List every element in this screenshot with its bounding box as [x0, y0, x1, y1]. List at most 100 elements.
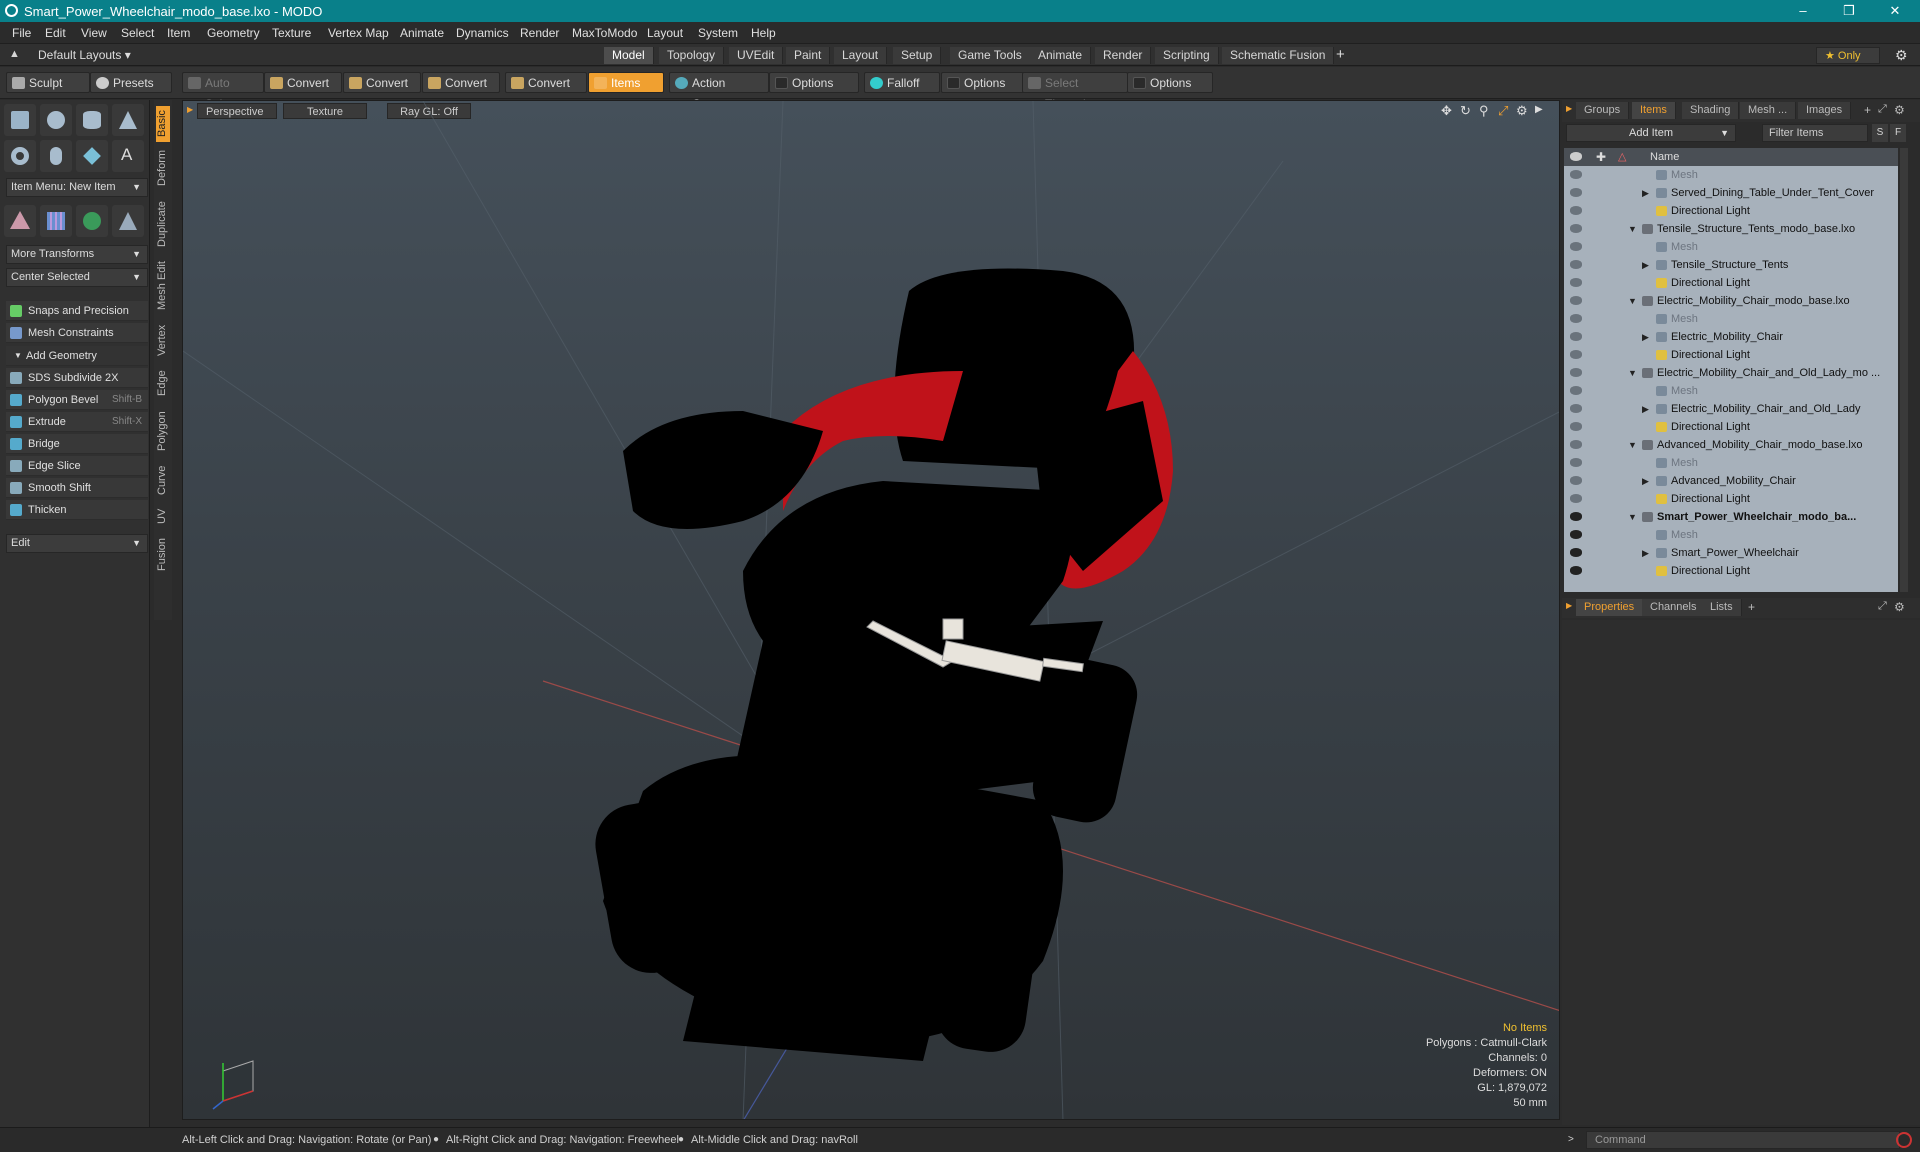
tab-shading[interactable]: Shading [1682, 102, 1740, 119]
tab-game-tools[interactable]: Game Tools [950, 47, 1031, 64]
tree-row[interactable]: ▶ Served_Dining_Table_Under_Tent_Cover [1564, 184, 1898, 202]
visibility-eye-icon[interactable] [1570, 548, 1582, 557]
visibility-eye-icon[interactable] [1570, 530, 1582, 539]
tab-animate[interactable]: Animate [1030, 47, 1092, 64]
expand-right-icon[interactable]: ▶ [1642, 400, 1649, 418]
tree-row[interactable]: Directional Light [1564, 346, 1898, 364]
visibility-eye-icon[interactable] [1570, 242, 1582, 251]
panel-expand-icon[interactable]: ⤢ [1878, 600, 1887, 613]
tab-setup[interactable]: Setup [893, 47, 942, 64]
pen-tool-button[interactable] [76, 140, 108, 172]
tree-row[interactable]: ▶ Electric_Mobility_Chair [1564, 328, 1898, 346]
command-input[interactable]: Command [1586, 1131, 1900, 1149]
polygon-bevel-button[interactable]: Polygon Bevel Shift-B [6, 390, 148, 410]
visibility-eye-icon[interactable] [1570, 278, 1582, 287]
tab-layout[interactable]: Layout [834, 47, 888, 64]
bridge-button[interactable]: Bridge [6, 434, 148, 454]
3d-viewport[interactable]: ▶ Perspective Texture Ray GL: Off ✥ ↻ ⚲ … [182, 100, 1560, 1120]
tree-row[interactable]: Directional Light [1564, 418, 1898, 436]
tree-row[interactable]: Mesh [1564, 310, 1898, 328]
snaps-precision-button[interactable]: Snaps and Precision [6, 301, 148, 321]
cone-tool-button[interactable] [112, 104, 144, 136]
tree-row[interactable]: Directional Light [1564, 562, 1898, 580]
menu-layout[interactable]: Layout [647, 26, 683, 40]
convert-edges-button[interactable]: Convert [343, 72, 421, 93]
visibility-eye-icon[interactable] [1570, 332, 1582, 341]
vtab-deform[interactable]: Deform [156, 146, 170, 190]
menu-animate[interactable]: Animate [400, 26, 444, 40]
smooth-shift-button[interactable]: Smooth Shift [6, 478, 148, 498]
panel-menu-arrow-icon[interactable]: ▶ [1566, 601, 1572, 610]
tree-row[interactable]: Mesh [1564, 454, 1898, 472]
panel-settings-icon[interactable]: ⚙ [1894, 103, 1905, 117]
tab-groups[interactable]: Groups [1576, 102, 1630, 119]
capsule-tool-button[interactable] [40, 140, 72, 172]
vtab-curve[interactable]: Curve [156, 462, 170, 498]
text-tool-button[interactable]: A [112, 140, 144, 172]
tab-topology[interactable]: Topology [659, 47, 725, 64]
visibility-eye-icon[interactable] [1570, 440, 1582, 449]
visibility-eye-icon[interactable] [1570, 368, 1582, 377]
menu-dynamics[interactable]: Dynamics [456, 26, 509, 40]
visibility-eye-icon[interactable] [1570, 350, 1582, 359]
visibility-eye-icon[interactable] [1570, 458, 1582, 467]
convert-materials-button[interactable]: Convert [505, 72, 587, 93]
expand-down-icon[interactable]: ▼ [1628, 508, 1637, 526]
item-menu-dropdown[interactable]: Item Menu: New Item ▼ [6, 178, 148, 197]
sculpt-button[interactable]: Sculpt [6, 72, 90, 93]
tree-row[interactable]: Directional Light [1564, 202, 1898, 220]
presets-button[interactable]: Presets F6 [90, 72, 172, 111]
panel-expand-icon[interactable]: ⤢ [1878, 103, 1887, 116]
convert-polygons-button[interactable]: Convert [422, 72, 500, 93]
tab-render[interactable]: Render [1095, 47, 1152, 64]
visibility-eye-icon[interactable] [1570, 260, 1582, 269]
visibility-eye-icon[interactable] [1570, 188, 1582, 197]
tree-scrollbar[interactable] [1900, 148, 1908, 592]
tree-row[interactable]: Mesh [1564, 238, 1898, 256]
record-icon[interactable] [1896, 1132, 1912, 1148]
vtab-edge[interactable]: Edge [156, 366, 170, 400]
visibility-eye-icon[interactable] [1570, 404, 1582, 413]
expand-down-icon[interactable]: ▼ [1628, 220, 1637, 238]
action-center-options-button[interactable]: Options [769, 72, 859, 93]
visibility-eye-icon[interactable] [1570, 296, 1582, 305]
expand-right-icon[interactable]: ▶ [1642, 184, 1649, 202]
menu-vertex-map[interactable]: Vertex Map [328, 26, 389, 40]
only-button[interactable]: ★ Only [1816, 47, 1880, 64]
tab-model[interactable]: Model [604, 47, 654, 64]
vtab-duplicate[interactable]: Duplicate [156, 196, 170, 252]
transform-tool-button[interactable] [4, 205, 36, 237]
tab-channels[interactable]: Channels [1642, 599, 1706, 616]
tab-paint[interactable]: Paint [786, 47, 831, 64]
vtab-basic[interactable]: Basic [156, 106, 170, 142]
default-layouts-dropdown[interactable]: Default Layouts ▾ [38, 48, 131, 62]
menu-item[interactable]: Item [167, 26, 190, 40]
vtab-polygon[interactable]: Polygon [156, 406, 170, 456]
center-selected-dropdown[interactable]: Center Selected ▼ [6, 268, 148, 287]
tab-items[interactable]: Items [1632, 102, 1676, 119]
add-item-dropdown[interactable]: Add Item ▼ [1566, 124, 1736, 142]
tab-lists[interactable]: Lists [1702, 599, 1742, 616]
cylinder-tool-button[interactable] [76, 104, 108, 136]
expand-right-icon[interactable]: ▶ [1642, 328, 1649, 346]
edge-slice-button[interactable]: Edge Slice [6, 456, 148, 476]
tree-row[interactable]: ▼ Smart_Power_Wheelchair_modo_ba... [1564, 508, 1898, 526]
tree-row[interactable]: ▼ Advanced_Mobility_Chair_modo_base.lxo [1564, 436, 1898, 454]
vtab-vertex[interactable]: Vertex [156, 320, 170, 360]
sds-subdivide-button[interactable]: SDS Subdivide 2X [6, 368, 148, 388]
vtab-fusion[interactable]: Fusion [156, 534, 170, 574]
gear-icon[interactable]: ⚙ [1895, 47, 1908, 64]
expand-right-icon[interactable]: ▶ [1642, 544, 1649, 562]
add-panel-tab-icon[interactable]: + [1748, 600, 1755, 614]
close-button[interactable]: ✕ [1872, 0, 1918, 22]
add-geometry-header[interactable]: ▼ Add Geometry [6, 346, 148, 366]
select-through-button[interactable]: Select Through [1022, 72, 1128, 111]
expand-down-icon[interactable]: ▼ [1628, 364, 1637, 382]
tree-row[interactable]: Mesh [1564, 382, 1898, 400]
select-options-button[interactable]: Options [1127, 72, 1213, 93]
add-tab-button[interactable]: + [1336, 46, 1345, 63]
falloff-button[interactable]: Falloff [864, 72, 940, 93]
tree-row[interactable]: Mesh [1564, 166, 1898, 184]
menu-system[interactable]: System [698, 26, 738, 40]
tree-row[interactable]: ▶ Electric_Mobility_Chair_and_Old_Lady [1564, 400, 1898, 418]
